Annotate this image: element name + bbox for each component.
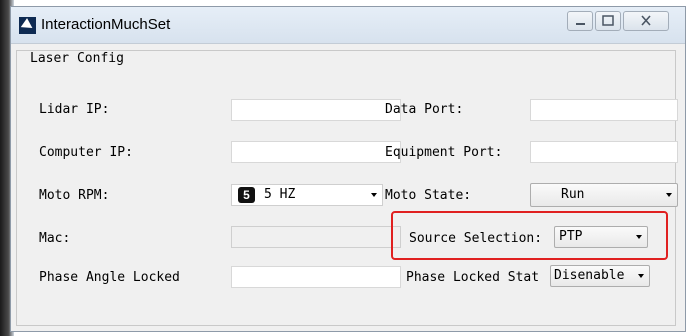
laser-config-title: Laser Config — [28, 51, 126, 66]
moto-state-label: Moto State: — [385, 188, 472, 203]
chevron-down-icon — [371, 193, 377, 197]
phase-locked-stat-select[interactable]: Disenable — [550, 265, 650, 287]
data-port-label: Data Port: — [385, 102, 464, 117]
computer-ip-input[interactable] — [231, 141, 401, 163]
close-icon — [641, 15, 651, 26]
equipment-port-label: Equipment Port: — [385, 145, 503, 160]
title-bar[interactable]: InteractionMuchSet — [11, 7, 685, 44]
phase-angle-locked-input[interactable] — [231, 266, 401, 288]
mac-label: Mac: — [39, 231, 71, 246]
equipment-port-input[interactable] — [530, 141, 678, 163]
moto-rpm-label: Moto RPM: — [39, 188, 110, 203]
maximize-button[interactable] — [595, 11, 621, 31]
computer-ip-label: Computer IP: — [39, 145, 133, 160]
lidar-ip-input[interactable] — [231, 99, 401, 121]
app-icon — [19, 17, 36, 34]
phase-locked-stat-label: Phase Locked Stat — [406, 270, 540, 285]
minimize-icon — [576, 23, 585, 25]
minimize-button[interactable] — [567, 11, 593, 31]
window-title: InteractionMuchSet — [41, 16, 171, 33]
mac-input[interactable] — [231, 226, 401, 248]
close-button[interactable] — [623, 11, 669, 31]
phase-locked-stat-value: Disenable — [554, 268, 625, 283]
chevron-down-icon — [638, 274, 644, 278]
moto-state-select[interactable]: Run — [530, 183, 678, 207]
phase-angle-locked-label: Phase Angle Locked — [39, 270, 180, 285]
moto-state-value: Run — [561, 187, 585, 202]
lidar-ip-label: Lidar IP: — [39, 102, 110, 117]
rpm-badge: 5 — [238, 187, 255, 203]
annotation-highlight — [391, 211, 668, 260]
moto-rpm-select[interactable]: 5 5 HZ — [231, 184, 383, 206]
data-port-input[interactable] — [530, 99, 678, 121]
moto-rpm-value: 5 HZ — [264, 187, 296, 202]
chevron-down-icon — [666, 193, 672, 197]
maximize-icon — [602, 15, 614, 26]
